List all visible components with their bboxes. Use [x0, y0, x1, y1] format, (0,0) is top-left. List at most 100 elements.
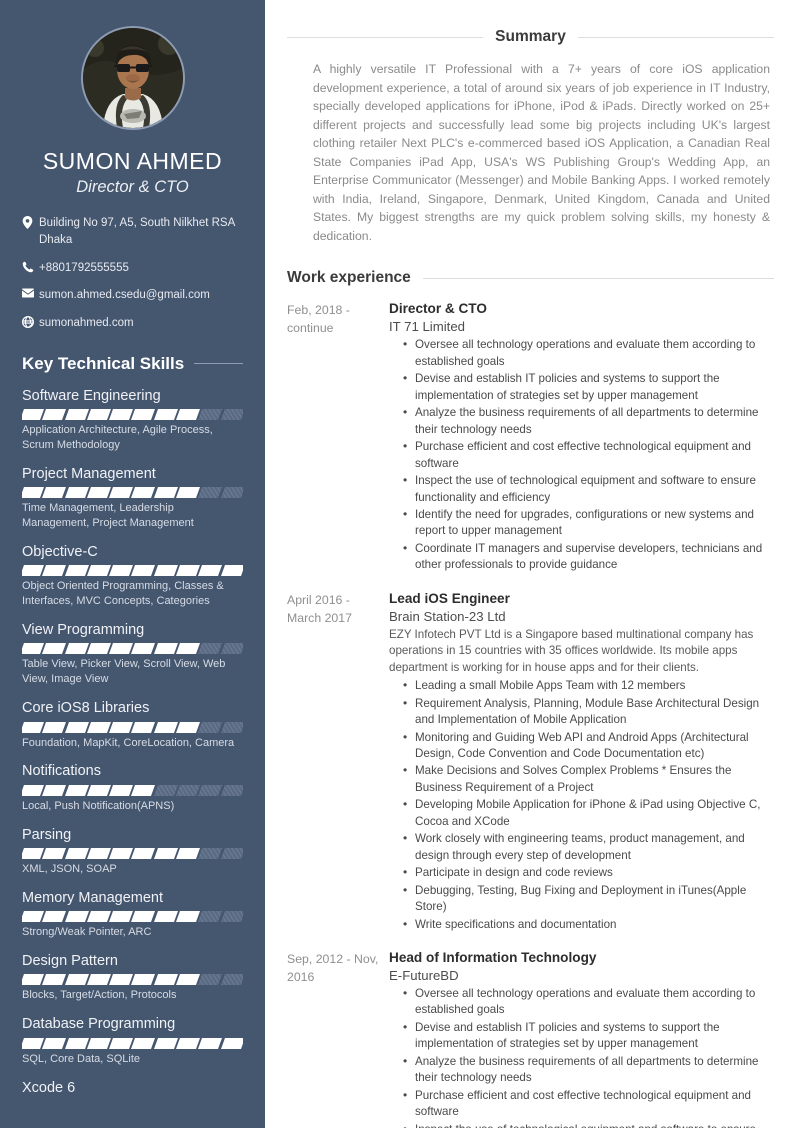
skill-segment-empty	[198, 911, 223, 923]
skill-name: Objective-C	[22, 543, 98, 560]
contact-address[interactable]: Building No 97, A5, South Nilkhet RSA Dh…	[22, 215, 243, 248]
job-body: Head of Information Technology E-FutureBD…	[379, 950, 774, 1128]
skill-item: Software Engineering Application Architec…	[22, 388, 243, 453]
job-description: EZY Infotech PVT Ltd is a Singapore base…	[389, 627, 754, 674]
job-bullet: Analyze the business requirements of all…	[403, 404, 774, 438]
job-bullet: Make Decisions and Solves Complex Proble…	[403, 762, 774, 796]
work-experience-list: Feb, 2018 - continue Director & CTO IT 71 …	[287, 301, 774, 1128]
contact-email[interactable]: sumon.ahmed.csedu@gmail.com	[22, 287, 243, 304]
skill-segment-filled	[131, 974, 156, 986]
skill-segment-empty	[198, 409, 223, 421]
skill-name: Notifications	[22, 763, 101, 780]
skill-description: Strong/Weak Pointer, ARC	[22, 926, 152, 939]
skill-segment-filled	[42, 565, 67, 577]
skill-segment-filled	[153, 565, 179, 577]
skill-segment-filled	[64, 409, 89, 421]
skill-name: Parsing	[22, 826, 72, 843]
skill-name: View Programming	[22, 622, 145, 639]
contact-phone[interactable]: +8801792555555	[22, 260, 243, 277]
job-bullet: Devise and establish IT policies and sys…	[403, 1019, 774, 1053]
job-bullet: Analyze the business requirements of all…	[403, 1053, 774, 1087]
job-bullet: Monitoring and Guiding Web API and Andro…	[403, 729, 774, 763]
job-bullet: Leading a small Mobile Apps Team with 12…	[403, 677, 774, 695]
skill-segment-filled	[220, 565, 243, 577]
skill-item: Memory Management Strong/Weak Pointer, AR…	[22, 890, 243, 940]
contact-email-text: sumon.ahmed.csedu@gmail.com	[39, 289, 210, 302]
skill-segment-filled	[64, 643, 89, 655]
skill-segment-filled	[22, 565, 45, 577]
contact-address-text: Building No 97, A5, South Nilkhet RSA Dh…	[39, 217, 235, 247]
skill-segment-filled	[153, 974, 179, 986]
skill-segment-filled	[22, 974, 45, 986]
job-date: Feb, 2018 - continue	[287, 303, 350, 336]
job-bullet: Purchase efficient and cost effective te…	[403, 438, 774, 472]
skill-segment-filled	[64, 847, 89, 859]
skill-segment-filled	[64, 784, 89, 796]
job-company: IT 71 Limited	[389, 319, 465, 335]
skill-segment-filled	[42, 974, 67, 986]
skill-segment-filled	[153, 409, 179, 421]
work-experience-entry: Sep, 2012 - Nov, 2016 Head of Information…	[287, 950, 774, 1128]
job-bullet: Inspect the use of technological equipme…	[403, 1121, 774, 1128]
main-content: Summary A highly versatile IT Profession…	[265, 0, 800, 1128]
skill-segment-filled	[176, 911, 201, 923]
skill-segment-filled	[22, 721, 45, 733]
skill-segment-empty	[198, 721, 223, 733]
job-bullet-list: Oversee all technology operations and ev…	[389, 336, 774, 574]
skill-description: SQL, Core Data, SQLite	[22, 1052, 140, 1065]
skill-name: Core iOS8 Libraries	[22, 700, 150, 717]
skill-segment-filled	[109, 565, 134, 577]
skill-item: Xcode 6	[22, 1080, 243, 1097]
skill-name: Project Management	[22, 465, 156, 482]
contact-list: Building No 97, A5, South Nilkhet RSA Dh…	[22, 215, 243, 331]
job-bullet: Debugging, Testing, Bug Fixing and Deplo…	[403, 882, 774, 916]
skill-item: Notifications Local, Push Notification(AP…	[22, 763, 243, 813]
summary-text: A highly versatile IT Professional with …	[313, 62, 770, 243]
skill-level-bar	[22, 1037, 243, 1049]
skill-segment-filled	[86, 643, 112, 655]
skill-segment-filled	[64, 565, 89, 577]
skill-segment-filled	[220, 1037, 243, 1049]
envelope-icon	[22, 287, 39, 298]
job-bullet: Coordinate IT managers and supervise dev…	[403, 540, 774, 574]
skill-description: Time Management, Leadership Management, …	[22, 502, 194, 530]
skill-segment-empty	[220, 974, 243, 986]
skill-segment-empty	[220, 487, 243, 499]
job-role: Head of Information Technology	[389, 949, 597, 965]
skill-description: Table View, Picker View, Scroll View, We…	[22, 658, 226, 686]
skill-segment-empty	[176, 784, 201, 796]
contact-website-text: sumonahmed.com	[39, 317, 134, 330]
heading-rule-right	[577, 36, 774, 38]
skill-segment-empty	[220, 409, 243, 421]
job-bullet: Inspect the use of technological equipme…	[403, 472, 774, 506]
job-bullet: Purchase efficient and cost effective te…	[403, 1087, 774, 1121]
work-experience-heading: Work experience	[287, 269, 774, 287]
skill-segment-empty	[220, 721, 243, 733]
work-experience-entry: April 2016 - March 2017 Lead iOS Engineer…	[287, 591, 774, 934]
skill-segment-filled	[42, 1037, 67, 1049]
skill-segment-filled	[42, 409, 67, 421]
skill-segment-filled	[131, 409, 156, 421]
person-job-title: Director & CTO	[76, 178, 189, 197]
job-bullet: Identify the need for upgrades, configur…	[403, 506, 774, 540]
skill-segment-filled	[131, 721, 156, 733]
skill-item: Database Programming SQL, Core Data, SQLi…	[22, 1016, 243, 1066]
work-experience-entry: Feb, 2018 - continue Director & CTO IT 71 …	[287, 301, 774, 574]
location-pin-icon	[22, 215, 39, 230]
heading-rule	[422, 277, 774, 279]
skill-segment-filled	[153, 1037, 179, 1049]
job-bullet: Participate in design and code reviews	[403, 864, 774, 882]
contact-website[interactable]: sumonahmed.com	[22, 315, 243, 332]
skill-segment-filled	[131, 565, 156, 577]
skill-segment-filled	[86, 1037, 112, 1049]
skill-segment-filled	[131, 847, 156, 859]
key-technical-skills-heading: Key Technical Skills	[22, 354, 243, 374]
skill-segment-empty	[220, 643, 243, 655]
skill-segment-filled	[86, 409, 112, 421]
skill-segment-filled	[109, 409, 134, 421]
skill-segment-filled	[86, 565, 112, 577]
skill-segment-filled	[22, 409, 45, 421]
profile-photo-icon	[82, 28, 183, 128]
work-experience-heading-label: Work experience	[287, 269, 411, 287]
skill-segment-filled	[42, 487, 67, 499]
